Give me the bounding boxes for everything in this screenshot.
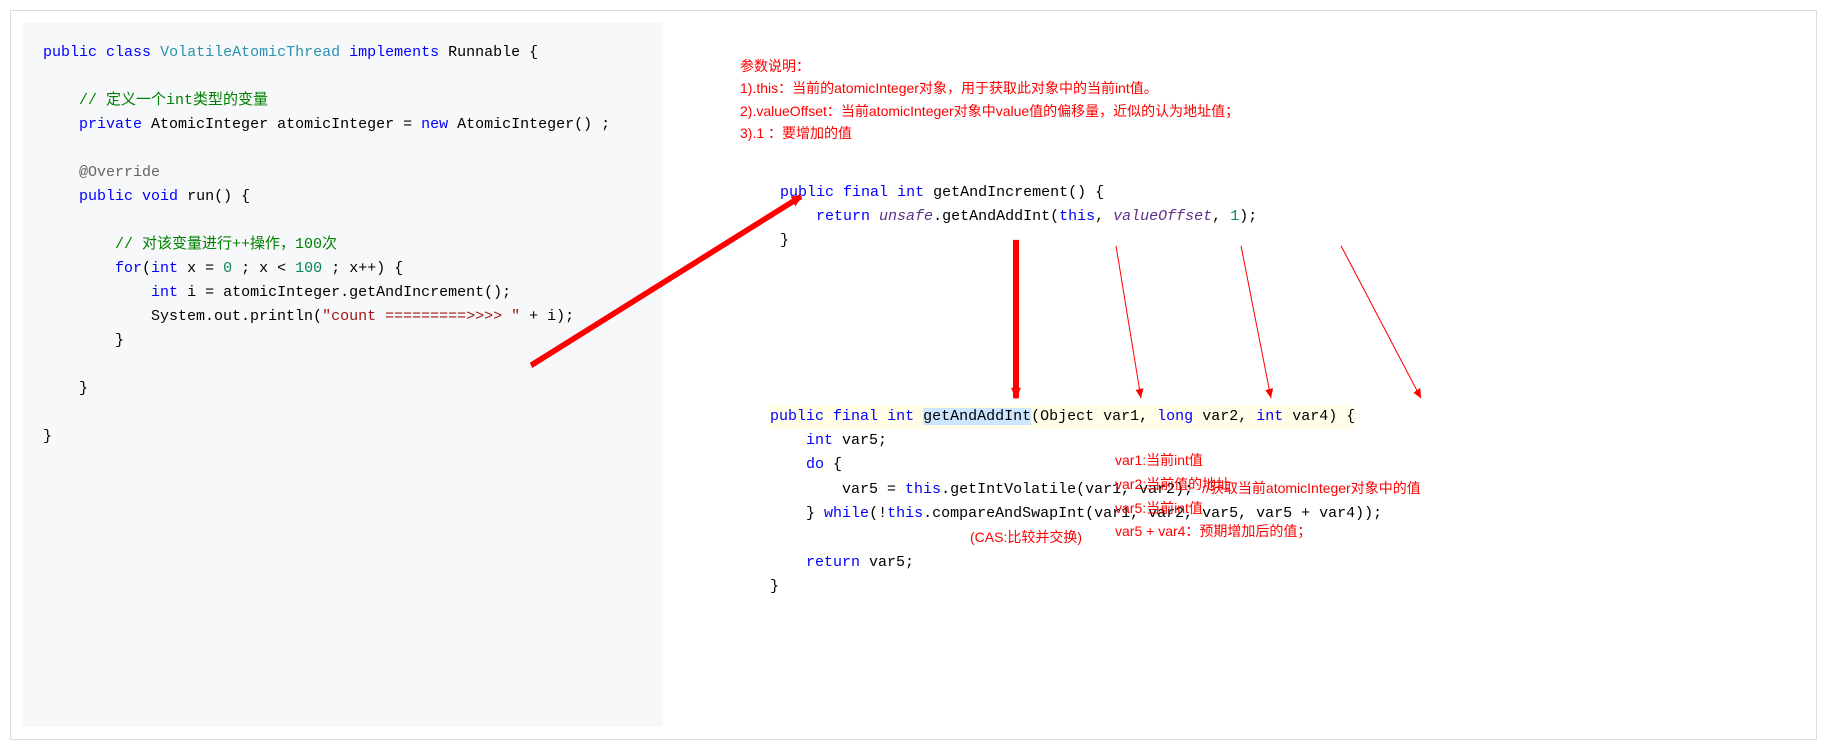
kw-void: void xyxy=(142,188,178,205)
param-title: 参数说明： xyxy=(740,58,810,74)
unsafe-ref: unsafe xyxy=(879,208,933,225)
param-explain: 参数说明： 1).this：当前的atomicInteger对象，用于获取此对象中… xyxy=(740,55,1796,145)
kw-int: int xyxy=(151,284,178,301)
var5-label: var5:当前int值 xyxy=(1115,500,1203,516)
method-getAndIncrement: public final int getAndIncrement() { ret… xyxy=(780,181,1796,253)
kw-public: public xyxy=(79,188,133,205)
kw-private: private xyxy=(79,116,142,133)
text: AtomicInteger atomicInteger = xyxy=(151,116,412,133)
text: run() { xyxy=(187,188,250,205)
kw-for: for xyxy=(115,260,142,277)
method-name-highlight: getAndAddInt xyxy=(923,408,1031,425)
param-1: 1).this：当前的atomicInteger对象，用于获取此对象中的当前in… xyxy=(740,80,1158,96)
text: Runnable { xyxy=(448,44,538,61)
text: AtomicInteger() ; xyxy=(457,116,610,133)
text: System.out.println( xyxy=(151,308,322,325)
right-panel: 参数说明： 1).this：当前的atomicInteger对象，用于获取此对象中… xyxy=(675,11,1816,739)
kw-new: new xyxy=(421,116,448,133)
kw-int: int xyxy=(151,260,178,277)
kw-public: public xyxy=(43,44,97,61)
string-literal: "count =========>>>> " xyxy=(322,308,520,325)
valueOffset-ref: valueOffset xyxy=(1113,208,1212,225)
comment: // 对该变量进行++操作，100次 xyxy=(115,236,337,253)
kw-implements: implements xyxy=(349,44,439,61)
class-name: VolatileAtomicThread xyxy=(160,44,340,61)
var2-label: var2:当前值的地址 xyxy=(1115,476,1230,492)
cas-label: (CAS:比较并交换) xyxy=(970,529,1082,545)
comment: // 定义一个int类型的变量 xyxy=(79,92,268,109)
text-getAndIncrement-call: i = atomicInteger.getAndIncrement(); xyxy=(187,284,511,301)
annotation-override: @Override xyxy=(79,164,160,181)
param-2: 2).valueOffset：当前atomicInteger对象中value值的… xyxy=(740,103,1239,119)
param-3: 3).1 ：要增加的值 xyxy=(740,125,852,141)
left-code-block: public class VolatileAtomicThread implem… xyxy=(23,23,663,727)
var-explain: var1:当前int值 var2:当前值的地址 var5:当前int值 var5 + … xyxy=(1115,449,1311,544)
diagram-container: public class VolatileAtomicThread implem… xyxy=(10,10,1817,740)
var1-label: var1:当前int值 xyxy=(1115,452,1203,468)
var5plus-label: var5 + var4：预期增加后的值； xyxy=(1115,523,1311,539)
kw-class: class xyxy=(106,44,151,61)
